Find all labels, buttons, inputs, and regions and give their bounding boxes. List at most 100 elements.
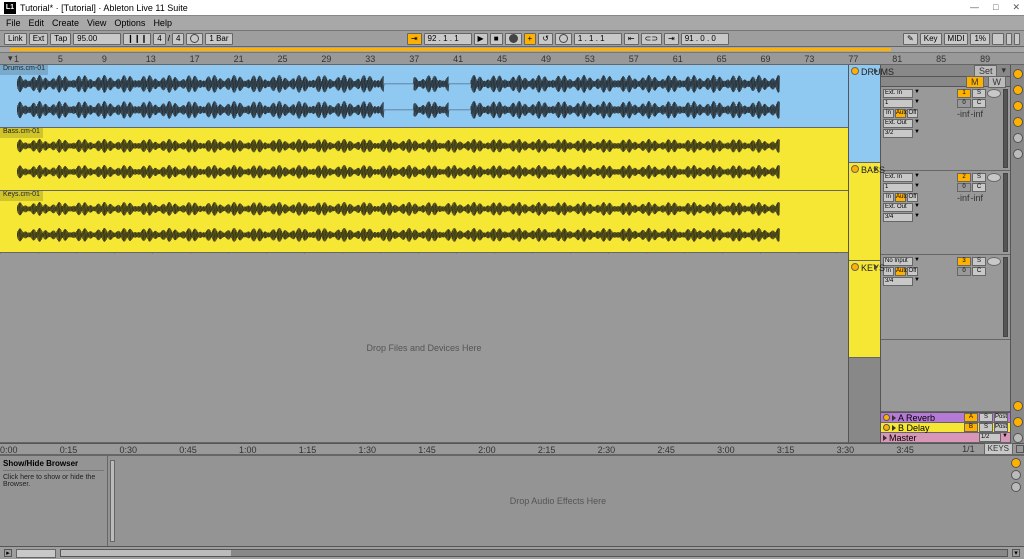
collapse-icon[interactable] — [1016, 445, 1024, 453]
record-button[interactable] — [505, 33, 522, 45]
solo-button[interactable]: S — [979, 413, 993, 422]
input-type[interactable]: Ext. In — [883, 173, 913, 182]
monitor-off[interactable]: Off — [907, 193, 918, 202]
return-letter[interactable]: A — [964, 413, 978, 422]
monitor-auto[interactable]: Auto — [895, 267, 906, 276]
output-channel[interactable]: 3/2 — [883, 129, 913, 138]
track-header-keys[interactable]: KEYS — [849, 261, 880, 359]
return-track-b[interactable]: B DelayBSPost — [881, 423, 1010, 433]
clip-label[interactable]: Bass.cm-01 — [0, 128, 43, 138]
activator-button[interactable] — [851, 165, 859, 173]
position-field[interactable]: 92 . 1 . 1 — [424, 33, 472, 45]
solo-button[interactable]: S — [972, 173, 986, 182]
session-record-button[interactable] — [555, 33, 572, 45]
post-button[interactable]: Post — [994, 423, 1008, 432]
detail-handle[interactable] — [110, 460, 115, 542]
return-track-a[interactable]: A ReverbASPost — [881, 413, 1010, 423]
loop-length-field[interactable]: 91 . 0 . 0 — [681, 33, 729, 45]
delay-toggle[interactable] — [1013, 133, 1023, 143]
automation-arm-button[interactable]: ↺ — [538, 33, 553, 45]
track-options-3[interactable] — [1013, 433, 1023, 443]
quantize-menu[interactable]: 1 Bar — [205, 33, 232, 45]
pan-c[interactable]: C — [972, 183, 986, 192]
track-row-bass[interactable]: Bass.cm-01 — [0, 128, 848, 191]
menu-edit[interactable]: Edit — [29, 18, 45, 28]
nudge-down-button[interactable]: ❙❙❙ — [123, 33, 151, 45]
clip-label[interactable]: Drums.cm-01 — [0, 65, 48, 75]
link-button[interactable]: Link — [4, 33, 27, 45]
input-type[interactable]: No Input — [883, 257, 913, 266]
fold-icon[interactable] — [874, 166, 878, 172]
detail-collapse[interactable]: ▾ — [1012, 549, 1020, 557]
menu-view[interactable]: View — [87, 18, 106, 28]
minimize-button[interactable]: — — [970, 2, 979, 13]
arm-button[interactable] — [987, 89, 1001, 98]
post-button[interactable]: Post — [994, 413, 1008, 422]
midi-map-button[interactable]: MIDI — [944, 33, 969, 45]
master-track[interactable]: Master1/2▼ — [881, 433, 1010, 443]
sends-toggle[interactable] — [1013, 85, 1023, 95]
detail-toggle-3[interactable] — [1011, 482, 1021, 492]
clip-label[interactable]: Keys.cm-01 — [0, 191, 43, 201]
loop-button[interactable]: ⊂⊃ — [641, 33, 662, 45]
track-header-bass[interactable]: BASS — [849, 163, 880, 261]
arm-button[interactable] — [987, 257, 1001, 266]
stop-button[interactable]: ■ — [490, 33, 503, 45]
timesig-den[interactable]: 4 — [172, 33, 184, 45]
input-channel[interactable]: 1 — [883, 99, 913, 108]
keys-button[interactable]: KEYS — [984, 443, 1013, 455]
send-level[interactable]: 0 — [957, 183, 971, 192]
key-map-button[interactable]: Key — [920, 33, 942, 45]
drop-area[interactable]: Drop Files and Devices Here — [0, 254, 848, 444]
activator-button[interactable] — [883, 424, 890, 431]
return-letter[interactable]: B — [964, 423, 978, 432]
metronome-button[interactable] — [186, 33, 203, 45]
input-channel[interactable]: 1 — [883, 183, 913, 192]
detail-view[interactable]: Drop Audio Effects Here — [108, 456, 1008, 546]
play-button[interactable]: ▶ — [474, 33, 488, 45]
track-number[interactable]: 1 — [957, 89, 971, 98]
menu-file[interactable]: File — [6, 18, 21, 28]
ext-button[interactable]: Ext — [29, 33, 49, 45]
track-options-2[interactable] — [1013, 417, 1023, 427]
set-collapse-icon[interactable]: ▾ — [1001, 65, 1006, 76]
input-type[interactable]: Ext. In — [883, 89, 913, 98]
solo-button[interactable]: S — [972, 257, 986, 266]
solo-button[interactable]: S — [972, 89, 986, 98]
menu-create[interactable]: Create — [52, 18, 79, 28]
monitor-in[interactable]: In — [883, 109, 894, 118]
output-channel[interactable]: 3/4 — [883, 277, 913, 286]
track-number[interactable]: 2 — [957, 173, 971, 182]
output-type[interactable]: Ext. Out — [883, 203, 913, 212]
track-row-keys[interactable]: Keys.cm-01 — [0, 191, 848, 254]
track-row-drums[interactable]: Drums.cm-01 — [0, 65, 848, 128]
close-button[interactable]: ✕ — [1012, 2, 1020, 13]
fold-icon[interactable] — [883, 435, 887, 441]
io-toggle[interactable] — [1013, 69, 1023, 79]
follow-button[interactable]: ⇥ — [407, 33, 422, 45]
loop-start-field[interactable]: 1 . 1 . 1 — [574, 33, 622, 45]
activator-button[interactable] — [851, 67, 859, 75]
beat-ruler[interactable]: ▾ 15913172125293337414549535761656973778… — [0, 53, 1024, 65]
tempo-field[interactable]: 95.00 — [73, 33, 121, 45]
h-scrollbar[interactable] — [60, 549, 1008, 557]
monitor-off[interactable]: Off — [907, 267, 918, 276]
track-header-drums[interactable]: DRUMS — [849, 65, 880, 163]
draw-mode-button[interactable]: ✎ — [903, 33, 918, 45]
output-channel[interactable]: 3/4 — [883, 213, 913, 222]
detail-toggle-2[interactable] — [1011, 470, 1021, 480]
mixer-toggle[interactable] — [1013, 117, 1023, 127]
crossfade-toggle[interactable] — [1013, 149, 1023, 159]
browser-toggle[interactable]: ▸ — [4, 549, 12, 557]
time-ruler[interactable]: 0:000:150:300:451:001:151:301:452:002:15… — [0, 443, 1024, 454]
detail-toggle-1[interactable] — [1011, 458, 1021, 468]
fold-icon[interactable] — [892, 415, 896, 421]
monitor-auto[interactable]: Auto — [895, 193, 906, 202]
track-number[interactable]: 3 — [957, 257, 971, 266]
overdub-button[interactable]: + — [524, 33, 537, 45]
punch-out-button[interactable]: ⇥ — [664, 33, 679, 45]
maximize-button[interactable]: □ — [993, 2, 998, 13]
activator-button[interactable] — [851, 263, 859, 271]
master-out[interactable]: 1/2 — [979, 433, 1001, 442]
fold-icon[interactable] — [874, 264, 878, 270]
